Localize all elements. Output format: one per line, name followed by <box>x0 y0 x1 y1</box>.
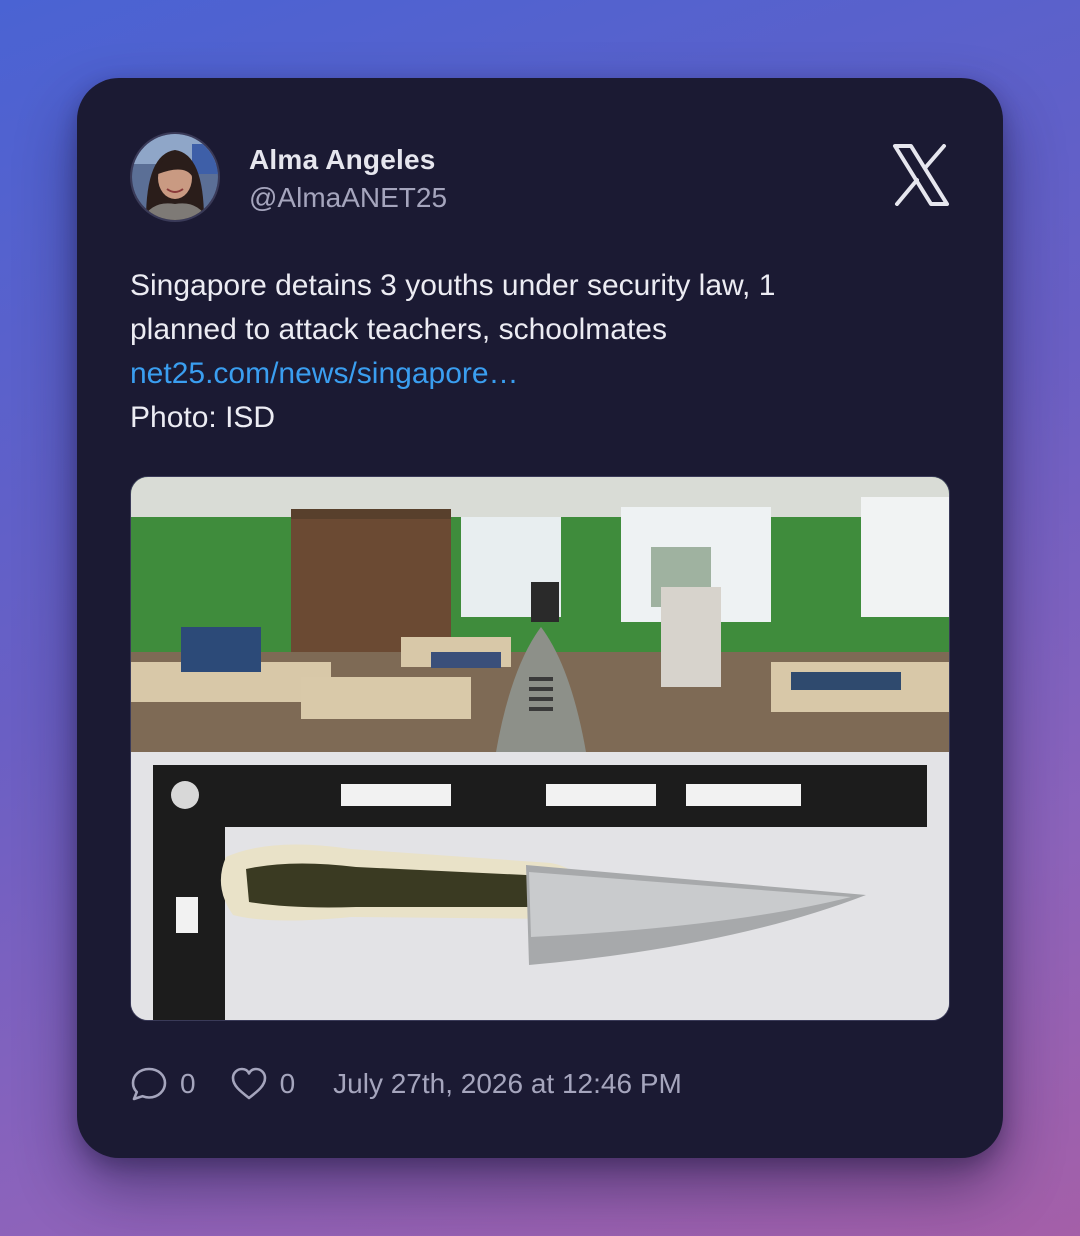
x-logo-icon <box>893 144 949 206</box>
reply-button[interactable]: 0 <box>130 1065 196 1103</box>
tweet-image[interactable] <box>130 476 950 1021</box>
author-name[interactable]: Alma Angeles <box>249 144 436 176</box>
tweet-text-line: Singapore detains 3 youths under securit… <box>130 269 776 302</box>
tweet-card: Alma Angeles @AlmaANET25 Singapore detai… <box>77 78 1003 1158</box>
tweet-text-line: planned to attack teachers, schoolmates <box>130 313 667 346</box>
like-count: 0 <box>279 1068 296 1099</box>
reply-count: 0 <box>180 1068 196 1099</box>
tweet-footer: 0 0 July 27th, 2026 at 12:46 PM <box>130 1064 682 1104</box>
tweet-body: Singapore detains 3 youths under securit… <box>130 264 950 440</box>
like-button[interactable]: 0 <box>230 1066 296 1102</box>
avatar[interactable] <box>130 132 220 222</box>
photo-credit: Photo: ISD <box>130 401 276 434</box>
timestamp: July 27th, 2026 at 12:46 PM <box>333 1068 682 1099</box>
reply-icon <box>131 1067 167 1101</box>
author-handle[interactable]: @AlmaANET25 <box>249 182 447 214</box>
tweet-link[interactable]: net25.com/news/singapore… <box>130 352 950 396</box>
heart-icon <box>231 1067 266 1100</box>
